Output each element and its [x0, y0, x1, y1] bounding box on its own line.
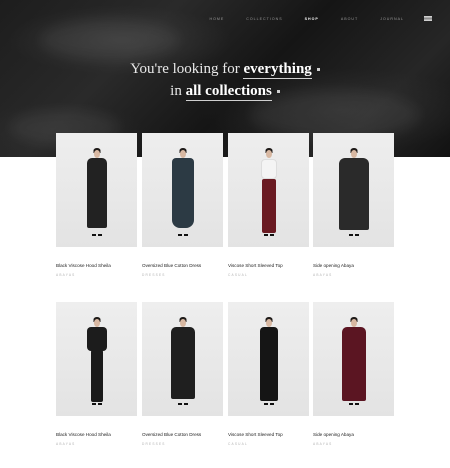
garment [338, 158, 369, 230]
product-title[interactable]: Side opening Abaya [313, 263, 394, 268]
model-shoe [270, 403, 274, 405]
model-shoe [178, 403, 182, 405]
main-nav: HOME COLLECTIONS SHOP ABOUT JOURNAL [187, 16, 432, 21]
product-category: DRESSES [142, 442, 166, 446]
model-head [93, 150, 100, 158]
product-photo[interactable] [313, 302, 394, 416]
model-head [265, 150, 272, 158]
white-top [260, 159, 277, 179]
product-photo[interactable] [56, 133, 137, 247]
product-photo[interactable] [142, 133, 223, 247]
garment [86, 327, 107, 351]
model-shoe [92, 403, 96, 405]
nav-item-collections[interactable]: COLLECTIONS [246, 17, 282, 21]
product-title[interactable]: Oversized Blue Cotton Dress [142, 263, 223, 268]
product-card[interactable]: Black Viscose Hood Sheila ABAYAS [56, 302, 137, 446]
product-category: ABAYAS [56, 442, 76, 446]
model-shoe [355, 234, 359, 236]
headline-line-2: in all collections [0, 80, 450, 102]
product-category: DRESSES [142, 273, 166, 277]
product-card[interactable]: Viscose Short Sleeved Top CASUAL [228, 133, 309, 277]
product-category: CASUAL [228, 442, 248, 446]
model-shoe [349, 403, 353, 405]
nav-item-about[interactable]: ABOUT [341, 17, 358, 21]
garment [341, 327, 366, 401]
headline-line-1: You're looking for everything [0, 58, 450, 80]
product-photo[interactable] [142, 302, 223, 416]
headline-prefix: in [170, 83, 182, 99]
model-shoe [92, 234, 96, 236]
model-trousers [90, 350, 103, 402]
product-category: ABAYAS [56, 273, 76, 277]
product-category: ABAYAS [313, 273, 333, 277]
product-category: CASUAL [228, 273, 248, 277]
filter-collections-dropdown[interactable]: all collections [185, 83, 272, 101]
product-card[interactable]: Black Viscose Hood Sheila ABAYAS [56, 133, 137, 277]
product-photo[interactable] [228, 133, 309, 247]
garment [261, 179, 276, 233]
model-head [93, 319, 100, 327]
model-shoe [178, 234, 182, 236]
product-card[interactable]: Viscose Short Sleeved Top CASUAL [228, 302, 309, 446]
product-category: ABAYAS [313, 442, 333, 446]
model-shoe [184, 403, 188, 405]
chevron-down-icon[interactable] [276, 90, 280, 94]
model-shoe [98, 403, 102, 405]
model-shoe [264, 234, 268, 236]
garment [171, 158, 194, 228]
product-title[interactable]: Oversized Blue Cotton Dress [142, 432, 223, 437]
garment [259, 327, 278, 401]
headline-prefix: You're looking for [130, 61, 240, 77]
uk-flag-icon[interactable] [424, 16, 432, 21]
model-head [350, 319, 357, 327]
filter-everything-dropdown[interactable]: everything [243, 61, 312, 79]
model-head [350, 150, 357, 158]
product-title[interactable]: Black Viscose Hood Sheila [56, 263, 137, 268]
product-card[interactable]: Oversized Blue Cotton Dress DRESSES [142, 133, 223, 277]
model-head [179, 319, 186, 327]
nav-item-shop[interactable]: SHOP [305, 17, 319, 21]
hero-headline: You're looking for everything in all col… [0, 58, 450, 102]
product-card[interactable]: Oversized Blue Cotton Dress DRESSES [142, 302, 223, 446]
model-shoe [98, 234, 102, 236]
product-photo[interactable] [228, 302, 309, 416]
model-shoe [264, 403, 268, 405]
chevron-down-icon[interactable] [316, 68, 320, 72]
model-head [179, 150, 186, 158]
product-title[interactable]: Viscose Short Sleeved Top [228, 263, 309, 268]
product-title[interactable]: Viscose Short Sleeved Top [228, 432, 309, 437]
product-photo[interactable] [313, 133, 394, 247]
garment [170, 327, 195, 399]
model-shoe [270, 234, 274, 236]
product-photo[interactable] [56, 302, 137, 416]
nav-item-home[interactable]: HOME [209, 17, 224, 21]
garment [86, 158, 107, 228]
model-head [265, 319, 272, 327]
model-shoe [349, 234, 353, 236]
product-card[interactable]: Side opening Abaya ABAYAS [313, 302, 394, 446]
product-card[interactable]: Side opening Abaya ABAYAS [313, 133, 394, 277]
hero-fabric-fold [40, 20, 180, 60]
model-shoe [355, 403, 359, 405]
model-shoe [184, 234, 188, 236]
product-title[interactable]: Side opening Abaya [313, 432, 394, 437]
product-title[interactable]: Black Viscose Hood Sheila [56, 432, 137, 437]
nav-item-journal[interactable]: JOURNAL [380, 17, 404, 21]
